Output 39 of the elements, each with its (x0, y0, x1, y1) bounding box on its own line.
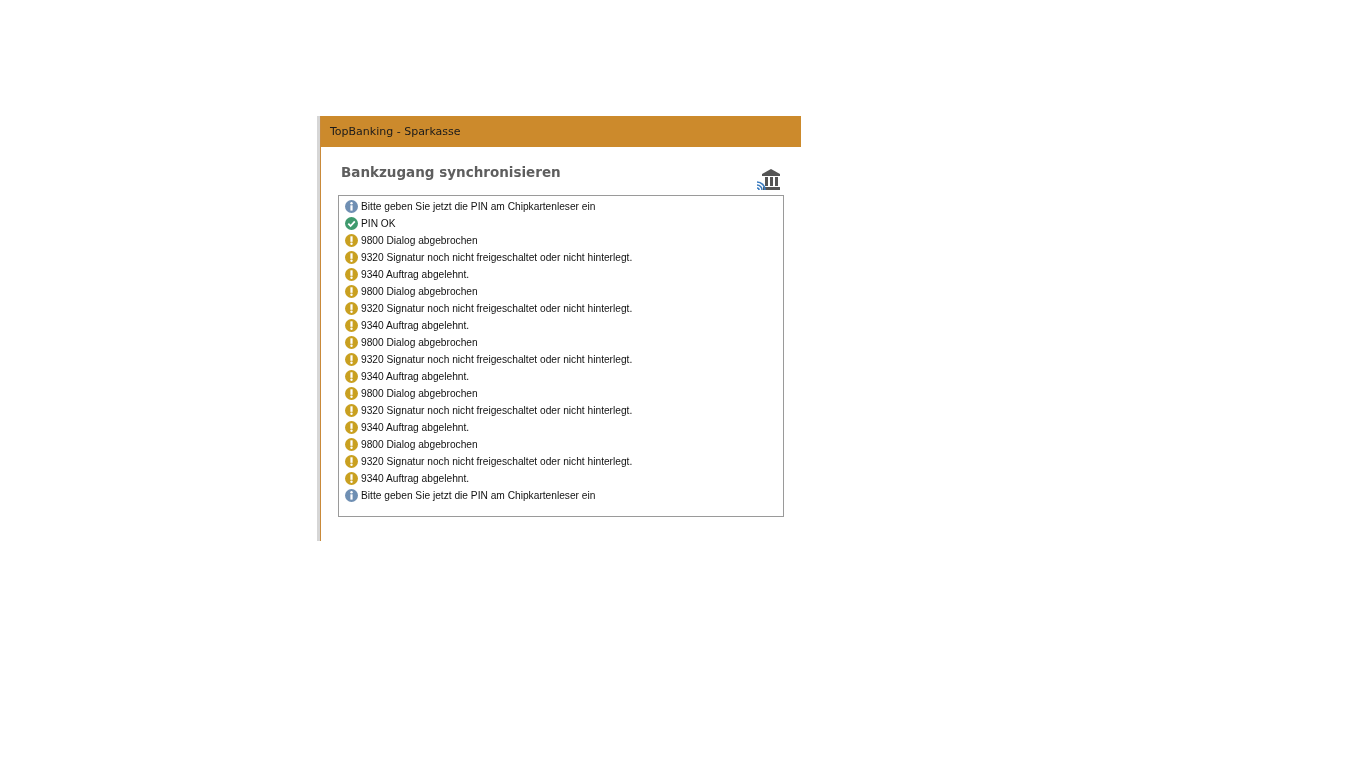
exclamation-icon (345, 234, 358, 247)
log-message: 9320 Signatur noch nicht freigeschaltet oder nicht hinterlegt. (361, 252, 633, 263)
exclamation-icon (345, 302, 358, 315)
log-message: 9340 Auftrag abgelehnt. (361, 422, 470, 433)
log-message: Bitte geben Sie jetzt die PIN am Chipkartenleser ein (361, 490, 596, 501)
exclamation-icon (345, 353, 358, 366)
log-message: 9320 Signatur noch nicht freigeschaltet oder nicht hinterlegt. (361, 303, 633, 314)
log-message: 9340 Auftrag abgelehnt. (361, 371, 470, 382)
exclamation-icon (345, 472, 358, 485)
log-message: 9800 Dialog abgebrochen (361, 388, 478, 399)
log-message: 9320 Signatur noch nicht freigeschaltet oder nicht hinterlegt. (361, 405, 633, 416)
exclamation-icon (345, 438, 358, 451)
exclamation-icon (345, 251, 358, 264)
log-message: 9800 Dialog abgebrochen (361, 439, 478, 450)
window-title: TopBanking - Sparkasse (330, 125, 461, 138)
exclamation-icon (345, 268, 358, 281)
exclamation-icon (345, 455, 358, 468)
dialog-heading: Bankzugang synchronisieren (340, 164, 561, 180)
exclamation-icon (345, 421, 358, 434)
log-message: Bitte geben Sie jetzt die PIN am Chipkartenleser ein (361, 201, 596, 212)
log-message: 9800 Dialog abgebrochen (361, 235, 478, 246)
exclamation-icon (345, 387, 358, 400)
exclamation-icon (345, 319, 358, 332)
log-message: PIN OK (361, 218, 396, 229)
checkmark-icon (345, 217, 358, 230)
bank-signal-icon (756, 168, 782, 192)
exclamation-icon (345, 285, 358, 298)
exclamation-icon (345, 336, 358, 349)
exclamation-icon (345, 404, 358, 417)
info-icon (345, 200, 358, 213)
info-icon (345, 489, 358, 502)
log-message: 9340 Auftrag abgelehnt. (361, 320, 470, 331)
exclamation-icon (345, 370, 358, 383)
log-message: 9800 Dialog abgebrochen (361, 337, 478, 348)
log-message: 9800 Dialog abgebrochen (361, 286, 478, 297)
log-message: 9320 Signatur noch nicht freigeschaltet oder nicht hinterlegt. (361, 354, 633, 365)
log-message: 9340 Auftrag abgelehnt. (361, 269, 470, 280)
log-message: 9320 Signatur noch nicht freigeschaltet oder nicht hinterlegt. (361, 456, 633, 467)
log-message: 9340 Auftrag abgelehnt. (361, 473, 470, 484)
